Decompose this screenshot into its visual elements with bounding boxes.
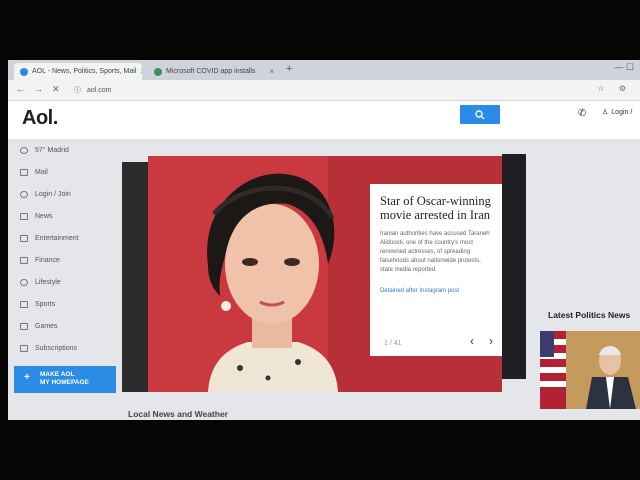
local-news-heading[interactable]: Local News and Weather — [128, 409, 228, 419]
site-favicon-icon — [154, 67, 162, 76]
chevron-right-icon[interactable]: › — [489, 334, 493, 348]
finance-icon — [20, 257, 28, 264]
new-tab-button[interactable]: + — [286, 63, 292, 75]
sidebar-item-label: Sports — [35, 301, 56, 308]
sidebar-item-news[interactable]: News — [20, 213, 53, 220]
lifestyle-icon — [20, 279, 28, 286]
politics-section-title[interactable]: Latest Politics News — [548, 310, 630, 320]
plus-icon: + — [24, 372, 30, 383]
tab-label: AOL - News, Politics, Sports, Mail — [32, 68, 137, 75]
browser-window: AOL - News, Politics, Sports, Mail × Mic… — [8, 60, 640, 420]
phone-icon[interactable]: ✆ — [578, 108, 586, 119]
sidebar: 57° Madrid Mail Login / Join News Entert… — [12, 147, 122, 397]
sidebar-item-label: Games — [35, 323, 58, 330]
sidebar-item-games[interactable]: Games — [20, 323, 58, 330]
previous-slide-peek[interactable] — [122, 162, 148, 392]
login-link[interactable]: ♙ Login / — [602, 108, 633, 117]
chevron-left-icon[interactable]: ‹ — [470, 334, 474, 348]
aol-favicon-icon — [20, 67, 28, 76]
sidebar-item-label: Finance — [35, 257, 60, 264]
browser-tools-icon[interactable]: ☆ ⚙ — [597, 84, 632, 93]
next-slide-peek[interactable] — [502, 154, 526, 379]
tab-label: Microsoft COVID app installs — [166, 68, 256, 75]
weather-icon — [20, 147, 28, 154]
sidebar-item-lifestyle[interactable]: Lifestyle — [20, 279, 61, 286]
slide-counter: 1 / 41 — [384, 340, 402, 347]
search-button[interactable] — [460, 105, 500, 124]
politics-thumbnail[interactable] — [540, 331, 640, 409]
sidebar-item-subscriptions[interactable]: Subscriptions — [20, 345, 77, 352]
entertainment-icon — [20, 235, 28, 242]
login-label: Login / — [611, 108, 633, 116]
tab-aol[interactable]: AOL - News, Politics, Sports, Mail × — [14, 63, 142, 80]
close-tab-icon[interactable]: × — [140, 67, 142, 76]
address-bar: ← → ✕ ⓘ aol.com ☆ ⚙ — [8, 80, 640, 101]
forward-icon[interactable]: → — [34, 84, 43, 94]
close-tab-icon[interactable]: × — [269, 67, 274, 76]
search-icon — [475, 109, 485, 119]
politics-photo — [540, 331, 640, 409]
story-card[interactable]: Star of Oscar-winning movie arrested in … — [370, 184, 502, 356]
sidebar-item-finance[interactable]: Finance — [20, 257, 60, 264]
user-icon — [20, 191, 28, 198]
games-icon — [20, 323, 28, 330]
tab-strip: AOL - News, Politics, Sports, Mail × Mic… — [8, 60, 640, 80]
sports-icon — [20, 301, 28, 308]
sidebar-item-label: Subscriptions — [35, 345, 78, 352]
make-homepage-button[interactable]: + MAKE AOL MY HOMEPAGE — [14, 366, 116, 393]
window-controls-icon[interactable]: — ☐ — [614, 62, 634, 73]
story-description: Iranian authorities have accused Taraneh… — [380, 231, 490, 273]
tab-microsoft[interactable]: Microsoft COVID app installs × — [148, 63, 280, 80]
sidebar-item-mail[interactable]: Mail — [20, 169, 48, 176]
back-icon[interactable]: ← — [16, 84, 25, 94]
mail-icon — [20, 169, 28, 176]
story-link[interactable]: Detained after Instagram post — [380, 288, 459, 294]
user-icon: ♙ — [602, 109, 609, 116]
url-text: aol.com — [87, 86, 112, 94]
aol-header: Aol. ✆ ♙ Login / — [8, 101, 640, 139]
aol-logo[interactable]: Aol. — [22, 107, 58, 130]
sidebar-item-label: Entertainment — [35, 235, 79, 242]
story-title[interactable]: Star of Oscar-winning movie arrested in … — [380, 194, 492, 222]
subscriptions-icon — [20, 345, 28, 352]
site-info-icon[interactable]: ⓘ — [74, 85, 81, 95]
sidebar-item-weather[interactable]: 57° Madrid — [20, 147, 69, 154]
stop-icon[interactable]: ✕ — [52, 84, 60, 95]
sidebar-item-label: Lifestyle — [35, 279, 61, 286]
sidebar-item-label: 57° Madrid — [35, 147, 69, 154]
homepage-line-1: MAKE AOL — [40, 371, 75, 378]
sidebar-item-entertainment[interactable]: Entertainment — [20, 235, 79, 242]
sidebar-item-label: Login / Join — [35, 191, 71, 198]
sidebar-item-label: News — [35, 213, 53, 220]
url-field[interactable]: ⓘ aol.com — [74, 84, 534, 96]
sidebar-item-sports[interactable]: Sports — [20, 301, 55, 308]
sidebar-item-login[interactable]: Login / Join — [20, 191, 71, 198]
homepage-line-2: MY HOMEPAGE — [40, 379, 89, 386]
news-icon — [20, 213, 28, 220]
sidebar-item-label: Mail — [35, 169, 48, 176]
